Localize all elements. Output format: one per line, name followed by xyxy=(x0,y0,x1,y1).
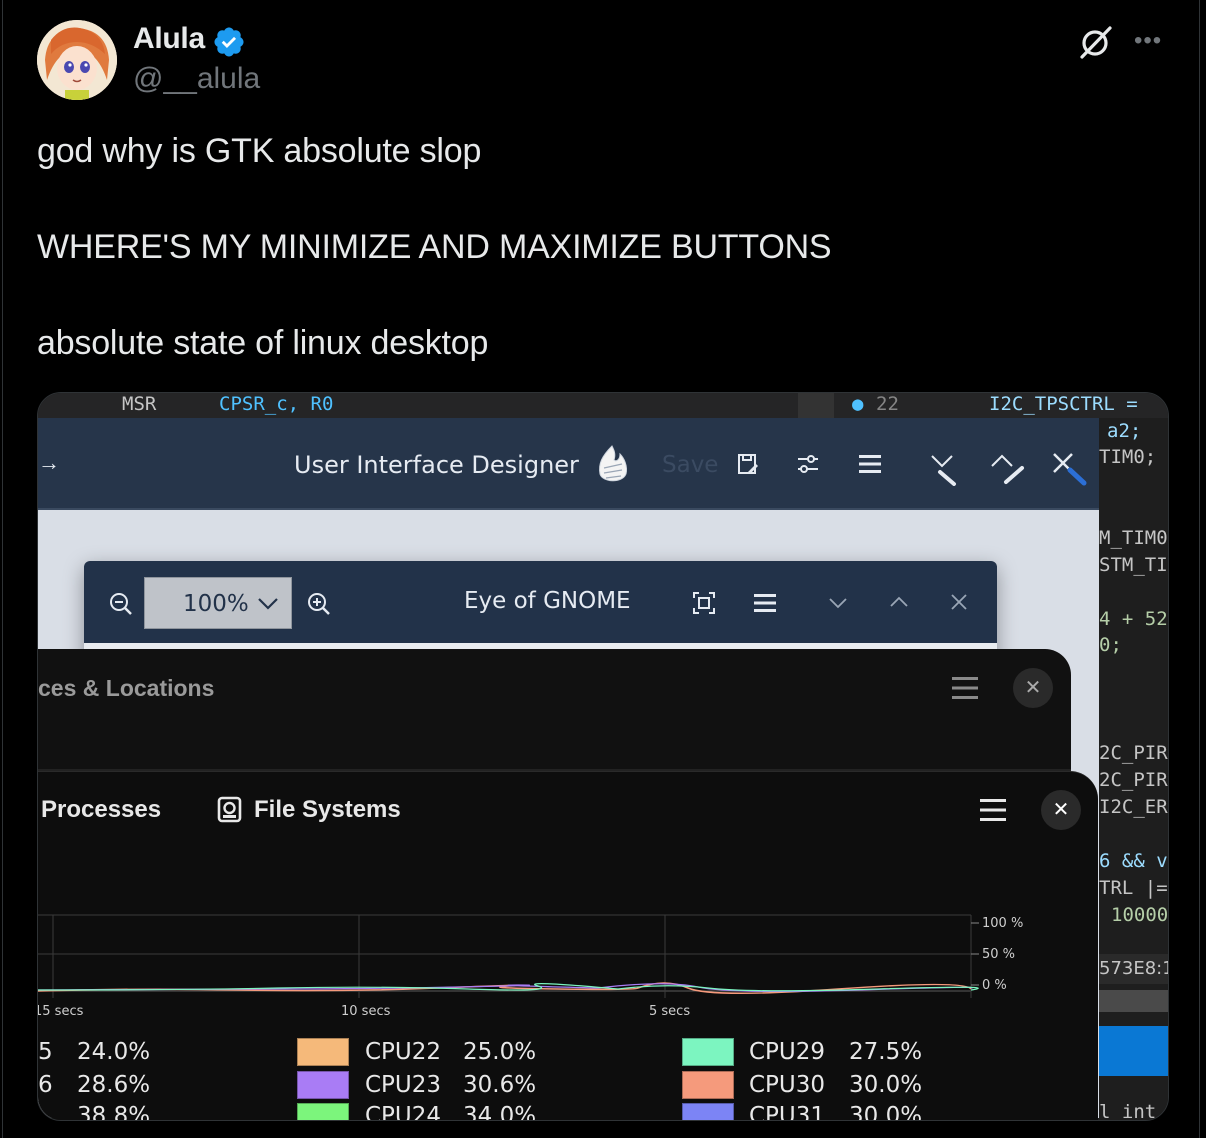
tweet-text-line: absolute state of linux desktop xyxy=(37,324,489,362)
close-icon[interactable] xyxy=(951,594,967,610)
close-icon[interactable] xyxy=(1050,450,1090,488)
code-token: I2C_ER xyxy=(1099,796,1168,818)
save-as-icon[interactable] xyxy=(736,452,760,476)
tweet-text-line: god why is GTK absolute slop xyxy=(37,132,482,170)
code-token: 0; xyxy=(1099,634,1122,656)
code-token: TRL |= xyxy=(1099,877,1168,899)
zoom-level-dropdown[interactable]: 100% xyxy=(144,577,292,629)
cpu-color-swatch[interactable] xyxy=(297,1103,349,1120)
zoom-value: 100% xyxy=(183,591,249,617)
preferences-sliders-icon[interactable] xyxy=(796,453,820,475)
cpu-name: CPU24 xyxy=(365,1103,442,1121)
code-token: 4 + 52 xyxy=(1099,608,1168,630)
zoom-out-icon[interactable] xyxy=(109,592,133,616)
cpu-name: CPU22 xyxy=(365,1039,442,1065)
save-button[interactable]: Save xyxy=(662,452,718,478)
close-button[interactable]: ✕ xyxy=(1013,668,1053,708)
more-options-icon[interactable]: ••• xyxy=(1134,27,1166,55)
maximize-chevron-icon[interactable] xyxy=(988,452,1028,486)
x-tick-label: 10 secs xyxy=(341,1004,391,1019)
cpu-color-swatch[interactable] xyxy=(297,1038,349,1066)
code-token: CPSR_c, R0 xyxy=(219,393,334,415)
hamburger-menu-icon[interactable] xyxy=(952,677,978,699)
cpu-usage: 28.6% xyxy=(77,1072,151,1098)
disk-icon xyxy=(217,796,242,823)
eog-headerbar: 100% Eye of GNOME xyxy=(84,561,997,643)
cpu-color-swatch[interactable] xyxy=(682,1103,734,1120)
cpu-name: CPU29 xyxy=(749,1039,826,1065)
y-tick-label: 0 % xyxy=(982,978,1007,993)
code-token: M_TIM0 xyxy=(1099,527,1168,549)
scrollbar-track[interactable] xyxy=(1099,990,1168,1012)
tweet-text-line: WHERE'S MY MINIMIZE AND MAXIMIZE BUTTONS xyxy=(37,228,832,266)
display-name[interactable]: Alula xyxy=(133,22,205,56)
modified-dot-icon: ● xyxy=(852,393,864,415)
window-title: ces & Locations xyxy=(38,675,215,701)
window-title: Eye of GNOME xyxy=(464,588,631,614)
tab-file-systems[interactable]: File Systems xyxy=(254,796,401,824)
code-token: I2C_TPSCTRL = xyxy=(989,393,1138,415)
window-title: User Interface Designer xyxy=(294,451,579,479)
cpu-usage: 38.8% xyxy=(77,1103,151,1121)
cpu-usage: 34.0% xyxy=(463,1103,537,1121)
handle[interactable]: @__alula xyxy=(133,62,260,96)
code-token: 6 && v xyxy=(1099,850,1168,872)
editor-gutter-block xyxy=(798,393,834,419)
cpu-usage: 30.6% xyxy=(463,1072,537,1098)
ui-designer-headerbar: → User Interface Designer Save xyxy=(38,418,1099,510)
chevron-down-icon xyxy=(258,598,278,610)
cpu-color-swatch[interactable] xyxy=(682,1038,734,1066)
zoom-in-icon[interactable] xyxy=(307,592,331,616)
avatar[interactable] xyxy=(37,20,117,100)
code-token: 573E8:1 xyxy=(1099,954,1168,984)
fullscreen-icon[interactable] xyxy=(693,592,715,614)
hamburger-menu-icon[interactable] xyxy=(754,594,776,612)
tab-processes[interactable]: Processes xyxy=(41,796,161,824)
x-tick-label: 5 secs xyxy=(649,1004,691,1019)
verified-badge-icon xyxy=(214,27,244,57)
cpu-name: CPU30 xyxy=(749,1072,826,1098)
cpu-usage: 25.0% xyxy=(463,1039,537,1065)
minimize-chevron-icon[interactable] xyxy=(928,452,960,486)
hamburger-menu-icon[interactable] xyxy=(980,799,1006,821)
cpu-usage: 24.0% xyxy=(77,1039,151,1065)
cpu-usage: 27.5% xyxy=(849,1039,923,1065)
cpu-id: 5 xyxy=(38,1039,53,1065)
x-tick-label: 15 secs xyxy=(37,1004,84,1019)
code-token: l int xyxy=(1099,1101,1157,1121)
code-token: 10000 xyxy=(1111,904,1169,926)
cpu-color-swatch[interactable] xyxy=(682,1071,734,1099)
cpu-usage: 30.0% xyxy=(849,1072,923,1098)
cpu-usage: 30.0% xyxy=(849,1103,923,1121)
selection-highlight xyxy=(1099,1026,1168,1076)
y-tick-label: 50 % xyxy=(982,947,1016,962)
cpu-color-swatch[interactable] xyxy=(297,1071,349,1099)
code-token: 2C_PIR xyxy=(1099,742,1168,764)
cpu-name: CPU23 xyxy=(365,1072,442,1098)
code-token: 2C_PIR xyxy=(1099,769,1168,791)
hamburger-menu-icon[interactable] xyxy=(858,454,882,474)
code-editor-right-strip: a2; TIM0; M_TIM0 STM_TI 4 + 52 0; 2C_PIR… xyxy=(1099,418,1169,1121)
minimize-icon[interactable] xyxy=(829,597,847,609)
grok-icon[interactable] xyxy=(1078,24,1114,60)
code-token: TIM0; xyxy=(1099,446,1157,468)
code-token: a2; xyxy=(1107,420,1142,442)
cpu-id: 6 xyxy=(38,1072,53,1098)
tweet-media-image[interactable]: MSR CPSR_c, R0 ● 22 I2C_TPSCTRL = → User… xyxy=(37,392,1169,1121)
code-token: STM_TI xyxy=(1099,554,1168,576)
y-tick-label: 100 % xyxy=(982,916,1024,931)
designer-logo-icon xyxy=(599,445,627,482)
line-number: 22 xyxy=(876,393,899,415)
cpu-name: CPU31 xyxy=(749,1103,826,1121)
close-button[interactable]: ✕ xyxy=(1041,790,1081,830)
arrow-right-icon[interactable]: → xyxy=(38,450,60,476)
code-token: MSR xyxy=(122,393,157,415)
maximize-icon[interactable] xyxy=(890,596,908,608)
